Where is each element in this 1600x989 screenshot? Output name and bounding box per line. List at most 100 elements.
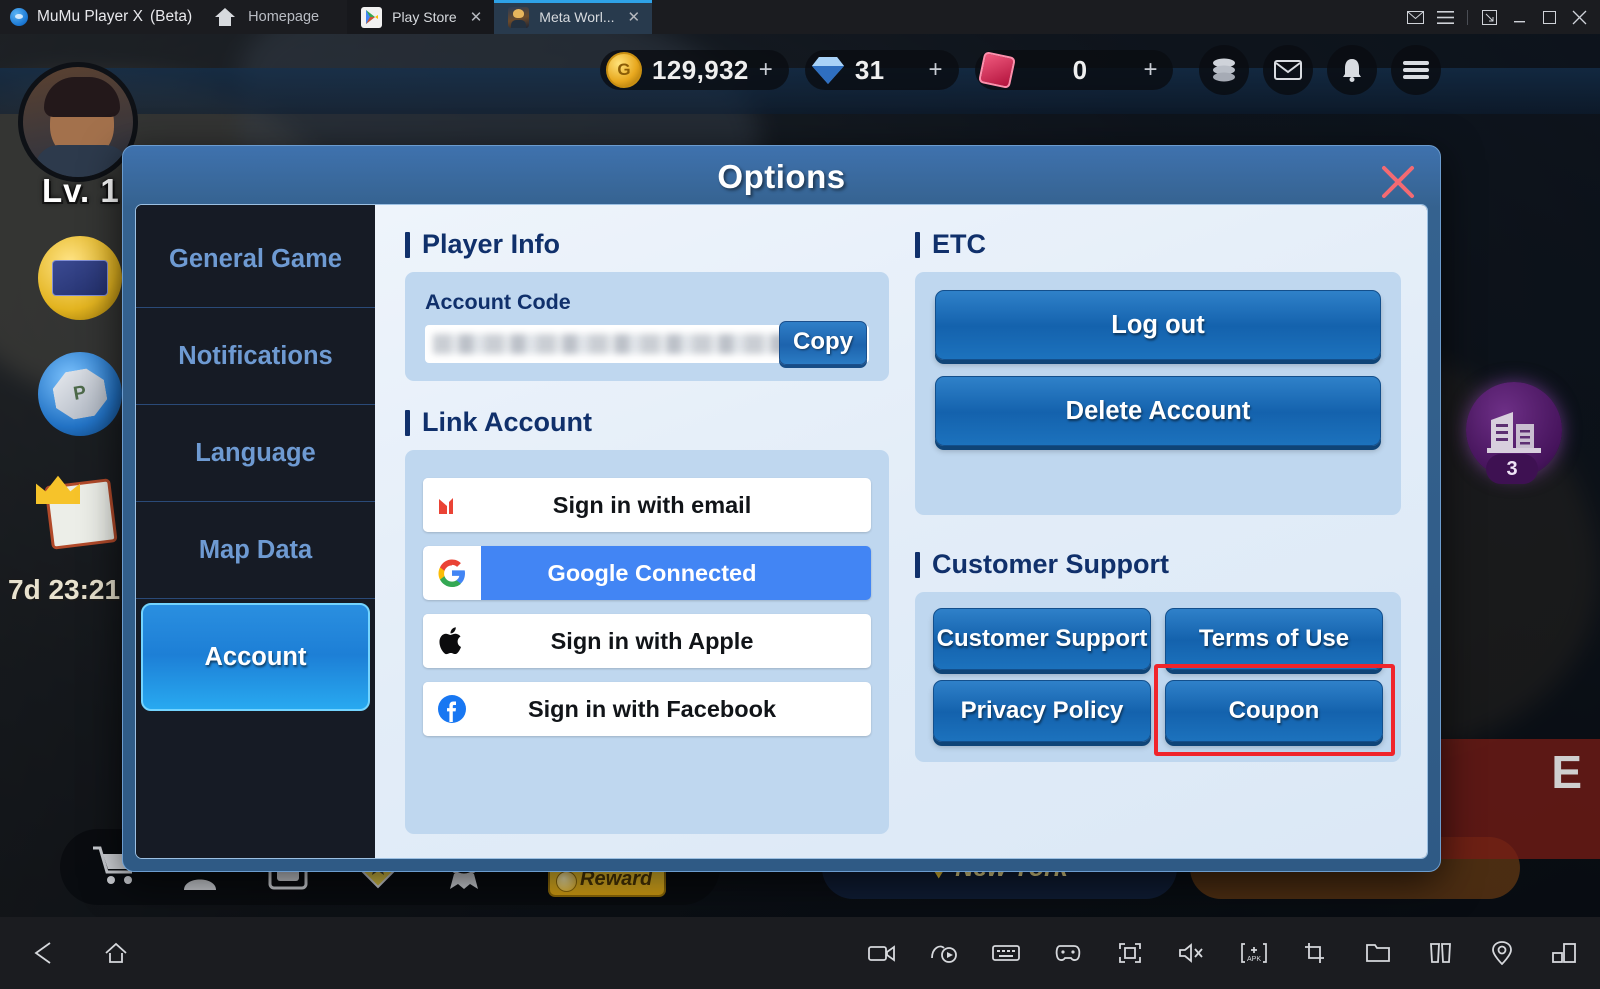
gem-value: 31 xyxy=(854,54,885,85)
google-icon xyxy=(423,546,481,600)
signin-email-button[interactable]: Sign in with email xyxy=(423,478,871,532)
close-icon[interactable] xyxy=(1571,9,1588,26)
menu-icon[interactable] xyxy=(1437,9,1454,26)
dialog-sidebar: General Game Notifications Language Map … xyxy=(136,205,375,858)
coin-stack-icon[interactable] xyxy=(1199,45,1250,95)
etc-heading: ETC xyxy=(915,229,1401,260)
bell-icon[interactable] xyxy=(1327,45,1378,95)
location-icon[interactable] xyxy=(1488,939,1516,967)
mute-icon[interactable] xyxy=(1178,939,1206,967)
sidebar-item-notifications[interactable]: Notifications xyxy=(136,308,375,405)
close-icon[interactable]: ✕ xyxy=(470,10,483,25)
close-icon[interactable] xyxy=(1376,160,1420,204)
account-right-column: ETC Log out Delete Account Customer Supp… xyxy=(915,229,1401,834)
fullscreen-icon[interactable] xyxy=(1116,939,1144,967)
game-avatar-icon xyxy=(508,6,530,28)
account-left-column: Player Info Account Code Copy Link Accou… xyxy=(405,229,889,834)
facebook-icon xyxy=(423,682,481,736)
tab-play-store[interactable]: Play Store ✕ xyxy=(347,0,495,34)
account-code-label: Account Code xyxy=(425,290,571,314)
privacy-policy-button[interactable]: Privacy Policy xyxy=(933,680,1151,742)
screenshot-video-icon[interactable] xyxy=(930,939,958,967)
customer-support-heading: Customer Support xyxy=(915,549,1401,580)
coupon-button[interactable]: Coupon xyxy=(1165,680,1383,742)
gem-plus-label[interactable]: + xyxy=(929,56,943,84)
building-icon xyxy=(1487,412,1541,453)
dialog-body: General Game Notifications Language Map … xyxy=(135,204,1428,859)
homepage-label[interactable]: Homepage xyxy=(248,9,319,25)
restore-icon[interactable] xyxy=(1481,9,1498,26)
logout-button[interactable]: Log out xyxy=(935,290,1381,360)
app-title-suffix: (Beta) xyxy=(149,8,193,25)
sidebar-item-map-data[interactable]: Map Data xyxy=(136,502,375,599)
coin-icon: G xyxy=(606,52,642,88)
player-level: Lv. 1 xyxy=(42,172,120,209)
mail-icon[interactable] xyxy=(1407,9,1424,26)
crown-icon xyxy=(36,475,80,504)
coin-plus-label[interactable]: + xyxy=(759,56,773,84)
coin-counter[interactable]: G 129,932 + xyxy=(600,50,789,90)
player-info-heading: Player Info xyxy=(405,229,889,260)
customer-support-button[interactable]: Customer Support xyxy=(933,608,1151,670)
crop-icon[interactable] xyxy=(1302,939,1330,967)
city-count-badge: 3 xyxy=(1486,454,1538,484)
copy-button[interactable]: Copy xyxy=(779,321,867,365)
customer-support-panel: Customer Support Terms of Use Privacy Po… xyxy=(915,592,1401,762)
home-icon[interactable] xyxy=(102,939,130,967)
maximize-icon[interactable] xyxy=(1541,9,1558,26)
multi-instance-icon[interactable] xyxy=(1426,939,1454,967)
game-screen: G 129,932 + 31 + 0 + Lv. 1 P 7d 23:21 3 … xyxy=(0,34,1600,917)
emulator-titlebar: MuMu Player X (Beta) Homepage Play Store… xyxy=(0,0,1600,34)
resize-icon[interactable] xyxy=(1550,939,1578,967)
signin-facebook-button[interactable]: Sign in with Facebook xyxy=(423,682,871,736)
hamburger-menu-icon[interactable] xyxy=(1391,45,1442,95)
gem-counter[interactable]: 31 + xyxy=(804,50,959,90)
tab-meta-world[interactable]: Meta Worl... ✕ xyxy=(494,0,653,34)
sidebar-item-general-game[interactable]: General Game xyxy=(136,211,375,308)
google-connected-label: Google Connected xyxy=(547,559,757,586)
coin-value: 129,932 xyxy=(652,54,749,85)
gamepad-icon[interactable] xyxy=(1054,939,1082,967)
app-title: MuMu Player X xyxy=(37,8,143,25)
customer-support-grid: Customer Support Terms of Use Privacy Po… xyxy=(933,608,1395,756)
tab-meta-world-label: Meta Worl... xyxy=(539,9,615,25)
dialog-title: Options xyxy=(717,158,846,195)
home-icon[interactable] xyxy=(212,0,238,34)
dice-counter[interactable]: 0 + xyxy=(974,50,1174,90)
trophy-icon: P xyxy=(50,366,110,422)
keyboard-mapping-icon[interactable] xyxy=(992,939,1020,967)
signin-apple-label: Sign in with Apple xyxy=(550,627,754,654)
mail-icon[interactable] xyxy=(1263,45,1314,95)
delete-account-button[interactable]: Delete Account xyxy=(935,376,1381,446)
pass-card-icon xyxy=(52,260,108,296)
navbar-right: APK xyxy=(868,939,1600,967)
event-timer: 7d 23:21 xyxy=(8,574,121,605)
svg-text:APK: APK xyxy=(1247,956,1261,963)
trophy-pass-button[interactable]: P xyxy=(38,352,122,436)
sidebar-item-account[interactable]: Account xyxy=(141,603,370,711)
record-video-icon[interactable] xyxy=(868,939,896,967)
dice-value: 0 xyxy=(1072,54,1088,85)
signin-options-list: Sign in with email Google Connected Sign… xyxy=(405,450,889,764)
dice-icon xyxy=(977,51,1016,89)
emulator-navbar: APK xyxy=(0,917,1600,989)
gmail-icon xyxy=(423,478,481,532)
gem-icon xyxy=(811,57,844,84)
options-dialog: Options General Game Notifications Langu… xyxy=(122,145,1441,872)
close-icon[interactable]: ✕ xyxy=(627,10,640,25)
coupon-button-wrapper: Coupon xyxy=(1154,664,1395,756)
quest-board-button[interactable] xyxy=(34,466,130,552)
sidebar-item-language[interactable]: Language xyxy=(136,405,375,502)
folder-icon[interactable] xyxy=(1364,939,1392,967)
terms-of-use-button[interactable]: Terms of Use xyxy=(1165,608,1383,670)
back-icon[interactable] xyxy=(30,939,58,967)
apk-install-icon[interactable]: APK xyxy=(1240,939,1268,967)
minimize-icon[interactable] xyxy=(1511,9,1528,26)
signin-apple-button[interactable]: Sign in with Apple xyxy=(423,614,871,668)
signin-email-label: Sign in with email xyxy=(552,491,752,518)
google-connected-button[interactable]: Google Connected xyxy=(423,546,871,600)
season-pass-button[interactable] xyxy=(38,236,122,320)
game-hud: G 129,932 + 31 + 0 + xyxy=(0,34,1600,106)
dice-plus-label[interactable]: + xyxy=(1143,56,1157,84)
link-account-heading: Link Account xyxy=(405,407,889,438)
